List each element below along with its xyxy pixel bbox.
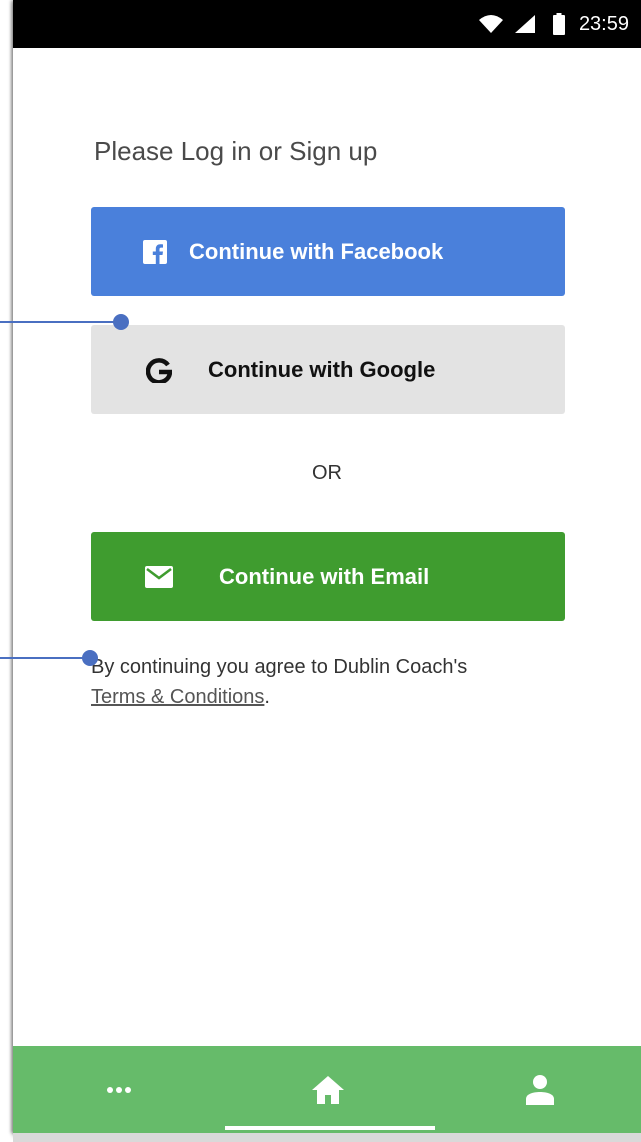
email-button-label: Continue with Email bbox=[219, 563, 430, 589]
device-bottom-edge bbox=[13, 1133, 641, 1142]
terms-suffix: . bbox=[264, 686, 270, 708]
home-icon bbox=[312, 1075, 344, 1104]
tab-more[interactable] bbox=[59, 1046, 179, 1133]
phone-screen: 23:59 Please Log in or Sign up Continue … bbox=[13, 0, 641, 1133]
terms-conditions-link[interactable]: Terms & Conditions bbox=[91, 686, 264, 708]
tab-profile[interactable] bbox=[480, 1046, 600, 1133]
terms-prefix: By continuing you agree to Dublin Coach'… bbox=[91, 656, 468, 678]
callout-line-terms bbox=[0, 657, 90, 659]
facebook-button-label: Continue with Facebook bbox=[189, 238, 444, 264]
signal-icon bbox=[514, 15, 535, 33]
callout-line-google bbox=[0, 321, 121, 323]
wifi-icon bbox=[478, 15, 503, 33]
bottom-tab-bar bbox=[13, 1046, 641, 1133]
email-login-button[interactable]: Continue with Email bbox=[91, 532, 565, 621]
battery-icon bbox=[552, 13, 565, 35]
facebook-icon bbox=[143, 239, 167, 264]
google-button-label: Continue with Google bbox=[208, 356, 436, 382]
callout-dot-terms bbox=[82, 650, 98, 666]
or-separator: OR bbox=[312, 462, 342, 484]
status-bar: 23:59 bbox=[13, 0, 641, 48]
status-time: 23:59 bbox=[578, 12, 629, 35]
google-login-button[interactable]: Continue with Google bbox=[91, 325, 565, 414]
callout-dot-google bbox=[113, 314, 129, 330]
mail-icon bbox=[145, 565, 173, 588]
person-icon bbox=[526, 1074, 554, 1105]
google-icon bbox=[146, 357, 172, 383]
more-icon bbox=[107, 1086, 131, 1093]
terms-text: By continuing you agree to Dublin Coach'… bbox=[91, 652, 571, 712]
facebook-login-button[interactable]: Continue with Facebook bbox=[91, 207, 565, 296]
page-title: Please Log in or Sign up bbox=[94, 136, 378, 166]
tab-home[interactable] bbox=[268, 1046, 388, 1133]
home-indicator bbox=[225, 1126, 435, 1130]
